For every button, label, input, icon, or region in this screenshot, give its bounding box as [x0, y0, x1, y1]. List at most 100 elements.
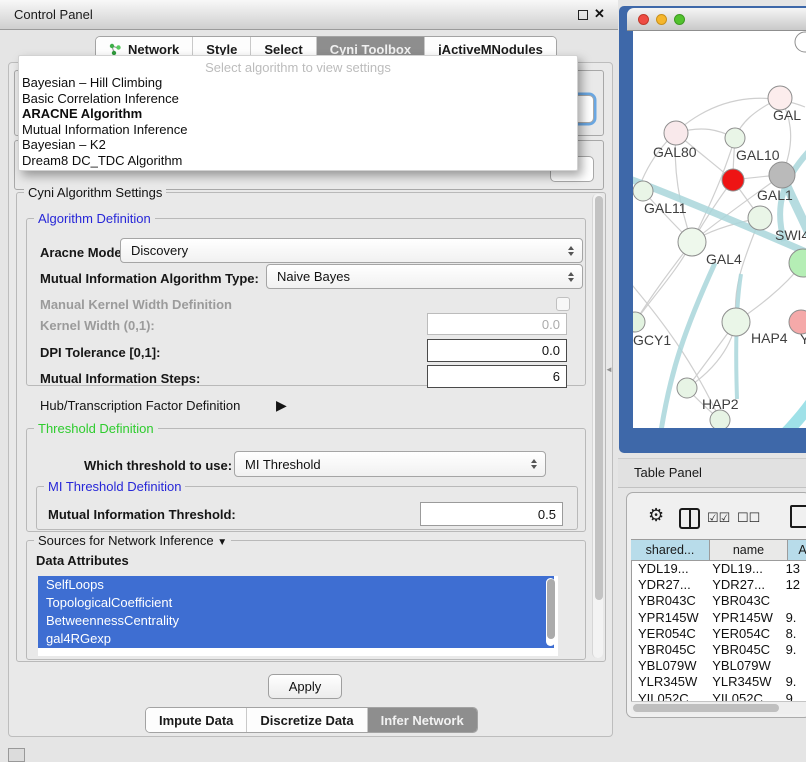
table-row[interactable]: YDR27...YDR27...12: [632, 577, 806, 593]
network-node[interactable]: [664, 121, 688, 145]
aracne-mode-select[interactable]: Discovery: [120, 238, 583, 263]
table-row[interactable]: YLR345WYLR345W9.: [632, 674, 806, 690]
table-cell: YBR043C: [632, 593, 706, 609]
show-columns-icon[interactable]: ☑☑: [707, 510, 730, 526]
table-hscrollbar-thumb[interactable]: [633, 704, 779, 712]
manual-kernel-label: Manual Kernel Width Definition: [40, 297, 232, 312]
table-cell: YPR145W: [706, 610, 779, 626]
attribute-list-item[interactable]: gal4RGexp: [38, 630, 554, 648]
settings-scrollbar[interactable]: [592, 194, 603, 658]
network-node[interactable]: [795, 32, 806, 52]
aracne-mode-value: Discovery: [131, 243, 188, 258]
dpi-tolerance-field[interactable]: [427, 339, 567, 362]
tab-infer-network[interactable]: Infer Network: [368, 708, 477, 732]
data-attributes-list[interactable]: SelfLoopsTopologicalCoefficientBetweenne…: [38, 576, 558, 656]
table-cell: [780, 593, 806, 609]
kernel-width-label: Kernel Width (0,1):: [40, 318, 155, 333]
network-node[interactable]: [677, 378, 697, 398]
table-row[interactable]: YBR045CYBR045C9.: [632, 642, 806, 658]
network-node[interactable]: [710, 410, 730, 428]
algorithm-option[interactable]: Bayesian – Hill Climbing: [19, 75, 577, 91]
mi-steps-field[interactable]: [427, 365, 567, 388]
table-row[interactable]: YIL052CYIL052C9.: [632, 691, 806, 702]
algorithm-option[interactable]: Mutual Information Inference: [19, 122, 577, 138]
table-row[interactable]: YBL079WYBL079W: [632, 658, 806, 674]
algorithm-option[interactable]: Bayesian – K2: [19, 137, 577, 153]
column-header-shared[interactable]: shared...: [631, 539, 710, 561]
manual-kernel-checkbox[interactable]: [556, 297, 570, 311]
table-cell: 9.: [780, 642, 806, 658]
network-icon: [109, 43, 122, 56]
attribute-list-item[interactable]: TopologicalCoefficient: [38, 594, 554, 612]
table-row[interactable]: YDL19...YDL19...13: [632, 561, 806, 577]
expand-right-icon[interactable]: ▶: [276, 397, 287, 414]
network-node[interactable]: [789, 249, 806, 277]
algorithm-option[interactable]: Basic Correlation Inference: [19, 91, 577, 107]
zoom-traffic-light[interactable]: [674, 14, 685, 25]
tab-label: Discretize Data: [260, 713, 353, 728]
table-cell: 13: [780, 561, 806, 577]
table-cell: YDR27...: [632, 577, 706, 593]
table-cell: 9.: [780, 610, 806, 626]
network-node-label: GAL: [773, 107, 801, 123]
tab-impute-data[interactable]: Impute Data: [146, 708, 247, 732]
network-node[interactable]: [633, 312, 645, 332]
algorithm-option[interactable]: ARACNE Algorithm: [19, 106, 577, 122]
table-cell: YLR345W: [706, 674, 779, 690]
algorithm-dropdown[interactable]: Select algorithm to view settings Bayesi…: [18, 55, 578, 171]
settings-scrollbar-thumb[interactable]: [595, 196, 603, 600]
network-node[interactable]: [725, 128, 745, 148]
attribute-list-item[interactable]: SelfLoops: [38, 576, 554, 594]
network-canvas[interactable]: GALGAL80GAL10GAL11GAL1SWI4GAL4GCY1HAP4YH…: [633, 31, 806, 428]
minimize-traffic-light[interactable]: [656, 14, 667, 25]
collapse-down-icon[interactable]: ▼: [217, 537, 227, 548]
table-cell: YBR045C: [706, 642, 779, 658]
network-node-label: GCY1: [633, 332, 671, 348]
table-cell: YBL079W: [632, 658, 706, 674]
close-traffic-light[interactable]: [638, 14, 649, 25]
kernel-width-field[interactable]: [427, 313, 567, 335]
threshold-group-title: Threshold Definition: [34, 421, 158, 436]
network-node[interactable]: [633, 181, 653, 201]
network-node[interactable]: [769, 162, 795, 188]
attributes-list-scrollbar-thumb[interactable]: [547, 579, 555, 639]
network-node[interactable]: [748, 206, 772, 230]
split-columns-icon[interactable]: [679, 508, 700, 529]
close-icon[interactable]: ✕: [594, 6, 605, 22]
table-row[interactable]: YPR145WYPR145W9.: [632, 610, 806, 626]
dpi-tolerance-label: DPI Tolerance [0,1]:: [40, 345, 160, 360]
network-node[interactable]: [722, 169, 744, 191]
float-window-icon[interactable]: [578, 10, 588, 20]
table-row[interactable]: YER054CYER054C8.: [632, 626, 806, 642]
dock-panel-icon[interactable]: [8, 748, 25, 762]
mi-type-value: Naive Bayes: [277, 269, 350, 284]
column-header-name[interactable]: name: [710, 539, 788, 561]
which-threshold-select[interactable]: MI Threshold: [234, 451, 546, 477]
network-window-titlebar[interactable]: [627, 8, 806, 31]
tab-label: Infer Network: [381, 713, 464, 728]
hide-columns-icon[interactable]: ☐☐: [737, 510, 760, 526]
splitter-collapse-icon[interactable]: ◄: [605, 365, 613, 374]
table-row[interactable]: YBR043CYBR043C: [632, 593, 806, 609]
mi-threshold-group-title: MI Threshold Definition: [44, 479, 185, 494]
attributes-list-scrollbar[interactable]: [546, 578, 555, 646]
tab-discretize-data[interactable]: Discretize Data: [247, 708, 367, 732]
hub-definition-label[interactable]: Hub/Transcription Factor Definition: [40, 398, 240, 413]
network-node-label: GAL11: [644, 200, 687, 216]
algorithm-definition-title: Algorithm Definition: [34, 211, 155, 226]
table-cell: [780, 658, 806, 674]
attribute-list-item[interactable]: BetweennessCentrality: [38, 612, 554, 630]
column-header-A[interactable]: A: [788, 539, 806, 561]
new-document-icon[interactable]: [790, 505, 806, 528]
table-hscrollbar[interactable]: [631, 701, 806, 714]
network-node[interactable]: [678, 228, 706, 256]
table-panel-title: Table Panel: [634, 465, 702, 480]
mi-threshold-field[interactable]: [420, 502, 563, 526]
network-node[interactable]: [722, 308, 750, 336]
table-cell: 8.: [780, 626, 806, 642]
mi-type-select[interactable]: Naive Bayes: [266, 264, 583, 289]
algorithm-option[interactable]: Dream8 DC_TDC Algorithm: [19, 153, 577, 169]
apply-button[interactable]: Apply: [268, 674, 342, 699]
gear-icon[interactable]: ⚙: [648, 505, 664, 526]
application-window: Control Panel ✕ NetworkStyleSelectCyni T…: [0, 0, 806, 762]
